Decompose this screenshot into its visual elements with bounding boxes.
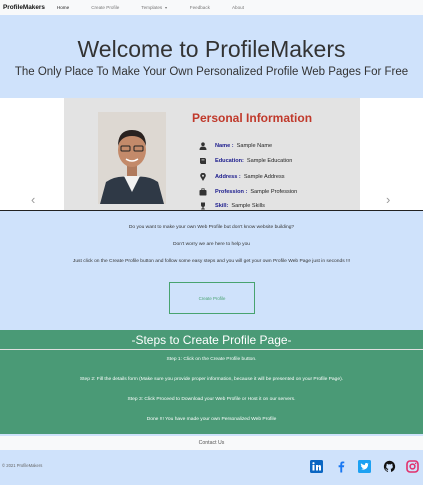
info-row-name: Name : Sample Name [199,142,272,150]
info-value: Sample Skills [231,203,265,209]
nav-templates-dropdown[interactable]: Templates ▼ [141,5,168,10]
info-value: Sample Profession [250,189,298,195]
github-icon[interactable] [382,459,396,473]
intro-line-2: Don't worry we are here to help you [172,242,251,247]
info-label: Education: [215,158,244,164]
info-value: Sample Address [243,174,285,180]
nav-feedback[interactable]: Feedback [190,5,210,10]
copyright-text: © 2021 ProfileMakers [2,463,43,468]
chevron-down-icon: ▼ [164,6,168,10]
twitter-icon[interactable] [357,459,371,473]
step-item: Step 1: Click on the Create Profile butt… [166,357,257,362]
step-item: Done !!! You have made your own Personal… [146,417,277,422]
steps-heading: -Steps to Create Profile Page- [131,333,292,347]
trophy-icon [199,202,207,210]
location-pin-icon [199,172,207,181]
instagram-icon[interactable] [405,459,419,473]
nav-templates-label: Templates [141,5,163,10]
carousel-slide: Personal Information Name : Sample Name … [64,98,360,210]
info-row-address: Address : Sample Address [199,172,285,181]
briefcase-icon [199,188,207,196]
brand-logo[interactable]: ProfileMakers [3,4,45,11]
info-row-education: Education: Sample Education [199,157,292,165]
info-label: Skill: [215,203,229,209]
nav-home[interactable]: Home [57,5,69,10]
section-divider [0,210,423,211]
steps-section: -Steps to Create Profile Page- Step 1: C… [0,330,423,434]
info-label: Name : [215,143,234,149]
contact-us-link[interactable]: Contact Us [0,436,423,450]
steps-divider [0,349,423,350]
carousel-next-button[interactable]: › [386,192,390,207]
info-label: Profession : [215,189,248,195]
profile-photo [98,112,166,204]
nav-create-profile[interactable]: Create Profile [91,5,119,10]
linkedin-icon[interactable] [309,459,323,473]
info-value: Sample Name [236,143,273,149]
user-icon [199,142,207,150]
step-item: Step 2: Fill the details form (Make sure… [79,377,344,382]
info-label: Address : [215,174,241,180]
step-item: Step 3: Click Proceed to Download your W… [127,397,296,402]
info-value: Sample Education [246,158,293,164]
intro-line-3: Just click on the Create Profile button … [72,259,351,264]
hero-title: Welcome to ProfileMakers [77,36,346,62]
carousel-prev-button[interactable]: ‹ [31,192,35,207]
footer: © 2021 ProfileMakers [0,451,423,485]
navbar: ProfileMakers Home Create Profile Templa… [0,0,423,15]
hero-subtitle: The Only Place To Make Your Own Personal… [14,66,409,78]
info-row-skill: Skill: Sample Skills [199,202,265,210]
intro-line-1: Do you want to make your own Web Profile… [128,225,295,230]
book-icon [199,157,207,165]
info-row-profession: Profession : Sample Profession [199,188,297,196]
nav-about[interactable]: About [232,5,244,10]
carousel: Personal Information Name : Sample Name … [0,98,423,210]
create-profile-button[interactable]: Create Profile [169,282,255,314]
personal-info-heading: Personal Information [192,111,313,125]
facebook-icon[interactable] [334,459,348,473]
